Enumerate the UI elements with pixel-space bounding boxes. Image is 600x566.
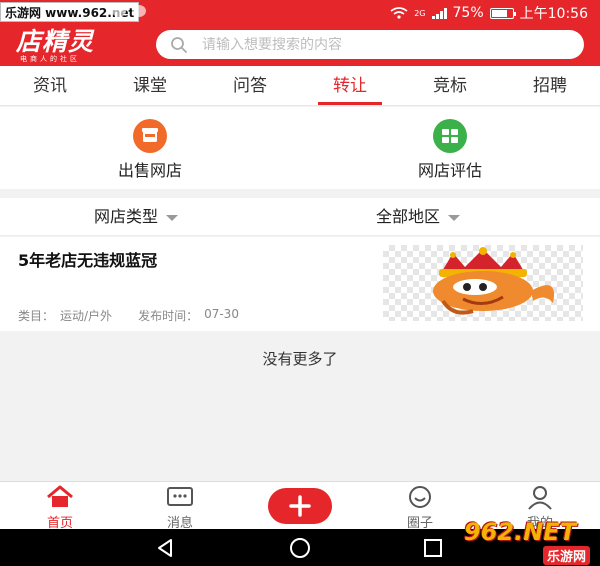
filter-bar: 网店类型 全部地区 [0, 198, 600, 236]
list-item[interactable]: 5年老店无违规蓝冠 类目： 运动/户外 发布时间： 07-30 [0, 237, 600, 331]
search-bar[interactable] [156, 30, 584, 59]
shop-type-filter[interactable]: 网店类型 [94, 198, 179, 236]
watermark-small: 乐游网 [542, 546, 590, 565]
battery-icon [489, 7, 516, 19]
network-type: 2G [414, 8, 426, 18]
publish-button[interactable] [268, 488, 332, 524]
notification-icon [132, 5, 146, 17]
site-watermark: 962.NET 乐游网 [462, 518, 594, 565]
notification-icon [112, 5, 126, 17]
category-tabs: 资讯 课堂 问答 转让 竞标 招聘 [0, 66, 600, 106]
listing-meta: 类目： 运动/户外 发布时间： 07-30 [18, 307, 239, 324]
tab-label: 问答 [233, 76, 267, 96]
clock: 上午10:56 [519, 6, 588, 22]
back-icon[interactable] [154, 537, 176, 559]
message-icon [167, 487, 193, 506]
active-tab-indicator [318, 102, 382, 105]
sell-shop-label: 出售网店 [117, 161, 182, 180]
region-filter[interactable]: 全部地区 [376, 198, 461, 236]
logo-text: 店精灵 [16, 27, 95, 56]
nav-home[interactable]: 首页 [20, 484, 100, 531]
tab-label: 课堂 [133, 76, 167, 96]
battery-percent: 75% [452, 5, 484, 21]
tab-label: 竞标 [433, 76, 467, 96]
wifi-icon [390, 7, 408, 19]
tab-label: 资讯 [33, 76, 67, 96]
grid-icon [433, 119, 467, 153]
date-label: 发布时间： [138, 309, 199, 323]
tab-jobs[interactable]: 招聘 [510, 66, 590, 106]
tab-label: 转让 [333, 76, 367, 96]
shop-evaluation-label: 网店评估 [417, 161, 482, 180]
listing-title: 5年老店无违规蓝冠 [18, 251, 158, 270]
sell-shop-button[interactable]: 出售网店 [70, 119, 230, 181]
mascot-image [433, 247, 555, 315]
shop-type-label: 网店类型 [94, 207, 159, 226]
battery-fill [491, 9, 507, 17]
no-more-text: 没有更多了 [262, 350, 338, 368]
region-label: 全部地区 [376, 207, 441, 226]
logo-subtitle: 电商人的社区 [20, 55, 80, 63]
category-value: 运动/户外 [60, 309, 113, 323]
nav-messages[interactable]: 消息 [140, 484, 220, 531]
quick-actions: 出售网店 网店评估 [0, 107, 600, 189]
signal-icon [431, 7, 447, 19]
recents-icon[interactable] [422, 537, 444, 559]
search-icon [171, 36, 187, 53]
home-circle-icon[interactable] [287, 537, 313, 559]
tab-transfer[interactable]: 转让 [310, 66, 390, 106]
chevron-down-icon [166, 215, 179, 221]
shop-icon [133, 119, 167, 153]
status-bar: 乐游网 www.962.net 2G 75% 上午10:56 [0, 0, 600, 24]
shop-evaluation-button[interactable]: 网店评估 [370, 119, 530, 181]
search-input[interactable] [202, 36, 562, 53]
tab-label: 招聘 [533, 76, 567, 96]
chevron-down-icon [448, 215, 461, 221]
smile-icon [409, 486, 431, 508]
notification-icons [112, 5, 146, 17]
app-header: 店精灵 电商人的社区 [0, 24, 600, 66]
status-right: 2G 75% 上午10:56 [390, 3, 588, 23]
tab-qa[interactable]: 问答 [210, 66, 290, 106]
nav-circle[interactable]: 圈子 [380, 484, 460, 531]
tab-news[interactable]: 资讯 [10, 66, 90, 106]
tab-class[interactable]: 课堂 [110, 66, 190, 106]
plus-icon [289, 495, 311, 517]
home-icon [47, 485, 73, 507]
date-value: 07-30 [204, 307, 239, 321]
watermark-big: 962.NET [464, 518, 577, 546]
tab-bidding[interactable]: 竞标 [410, 66, 490, 106]
user-icon [528, 486, 552, 510]
category-label: 类目： [18, 309, 55, 323]
app-logo: 店精灵 电商人的社区 [16, 28, 94, 63]
listing-thumbnail [383, 245, 583, 321]
